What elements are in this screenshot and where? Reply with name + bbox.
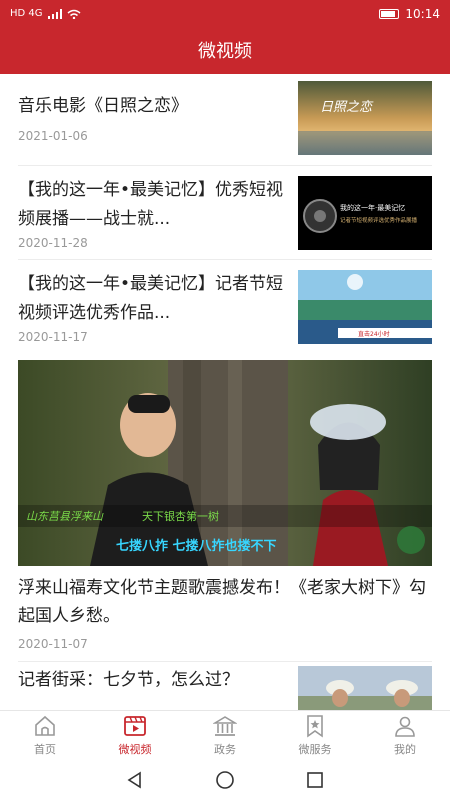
home-circle-icon[interactable] <box>215 770 235 790</box>
list-item[interactable]: 音乐电影《日照之恋》 2021-01-06 日照之恋 <box>18 74 432 166</box>
thumb-text: 我的这一年·最美记忆 <box>340 203 405 212</box>
item-thumbnail: 直击24小时 <box>298 270 432 344</box>
signal-icon <box>47 8 62 19</box>
overlay-subtitle: 七搂八拃 七搂八拃也搂不下 <box>116 538 277 554</box>
video-feed[interactable]: 音乐电影《日照之恋》 2021-01-06 日照之恋 【我的这一年•最美记忆】优 <box>0 74 450 710</box>
video-icon <box>124 716 146 736</box>
status-right: 10:14 <box>379 7 440 21</box>
tab-home[interactable]: 首页 <box>0 711 90 760</box>
battery-icon <box>379 9 400 19</box>
thumb-text: 日照之恋 <box>320 99 374 115</box>
status-bar: HD 4G 10:14 <box>0 0 450 30</box>
tab-mine[interactable]: 我的 <box>360 711 450 760</box>
item-title: 【我的这一年•最美记忆】优秀短视频展播——战士就... <box>18 180 284 229</box>
item-date: 2020-11-17 <box>18 330 88 344</box>
tab-label: 我的 <box>394 743 416 756</box>
service-icon <box>307 715 323 738</box>
item-title: 记者街采：七夕节，怎么过？ <box>18 670 239 690</box>
item-thumbnail: 我的这一年·最美记忆 记者节短视频评选优秀作品展播 <box>298 176 432 250</box>
status-left: HD 4G <box>10 8 81 19</box>
system-nav-bar <box>0 760 450 800</box>
item-date: 2020-11-07 <box>18 637 88 651</box>
page-title: 微视频 <box>198 41 252 62</box>
user-icon <box>395 716 415 737</box>
tab-service[interactable]: 微服务 <box>270 711 360 760</box>
item-title: 【我的这一年•最美记忆】记者节短视频评选优秀作品... <box>18 274 284 323</box>
home-icon <box>35 715 55 736</box>
item-thumbnail <box>298 666 432 710</box>
item-title: 音乐电影《日照之恋》 <box>18 96 188 116</box>
item-thumbnail: 日照之恋 <box>298 81 432 155</box>
item-title: 浮来山福寿文化节主题歌震撼发布！《老家大树下》勾起国人乡愁。 <box>18 578 426 626</box>
featured-image: 山东莒县浮来山 天下银杏第一树 七搂八拃 七搂八拃也搂不下 <box>18 360 432 566</box>
list-item[interactable]: 【我的这一年•最美记忆】优秀短视频展播——战士就... 2020-11-28 我… <box>18 166 432 260</box>
thumb-text: 记者节短视频评选优秀作品展播 <box>340 216 418 224</box>
recents-icon[interactable] <box>306 771 324 789</box>
tab-label: 首页 <box>34 743 56 756</box>
item-date: 2020-11-28 <box>18 236 88 250</box>
page-header: 微视频 <box>0 30 450 74</box>
back-icon[interactable] <box>126 771 144 789</box>
list-item[interactable]: 【我的这一年•最美记忆】记者节短视频评选优秀作品... 2020-11-17 直… <box>18 260 432 360</box>
overlay-caption-right: 天下银杏第一树 <box>142 509 219 523</box>
bottom-tab-bar: 首页 微视频 政务 微服务 我的 <box>0 710 450 760</box>
signal-text: HD 4G <box>10 8 43 19</box>
wifi-icon <box>67 9 80 19</box>
list-item[interactable]: 记者街采：七夕节，怎么过？ <box>18 662 432 710</box>
tab-label: 微服务 <box>298 743 332 756</box>
status-time: 10:14 <box>405 7 440 21</box>
overlay-caption-left: 山东莒县浮来山 <box>26 510 104 523</box>
government-icon <box>213 716 237 736</box>
tab-label: 政务 <box>214 743 236 756</box>
item-date: 2021-01-06 <box>18 129 88 143</box>
tab-government[interactable]: 政务 <box>180 711 270 760</box>
tab-video[interactable]: 微视频 <box>90 711 180 760</box>
featured-item[interactable]: 山东莒县浮来山 天下银杏第一树 七搂八拃 七搂八拃也搂不下 浮来山福寿文化节主题… <box>18 360 432 662</box>
tab-label: 微视频 <box>118 743 152 756</box>
thumb-text: 直击24小时 <box>358 330 390 338</box>
